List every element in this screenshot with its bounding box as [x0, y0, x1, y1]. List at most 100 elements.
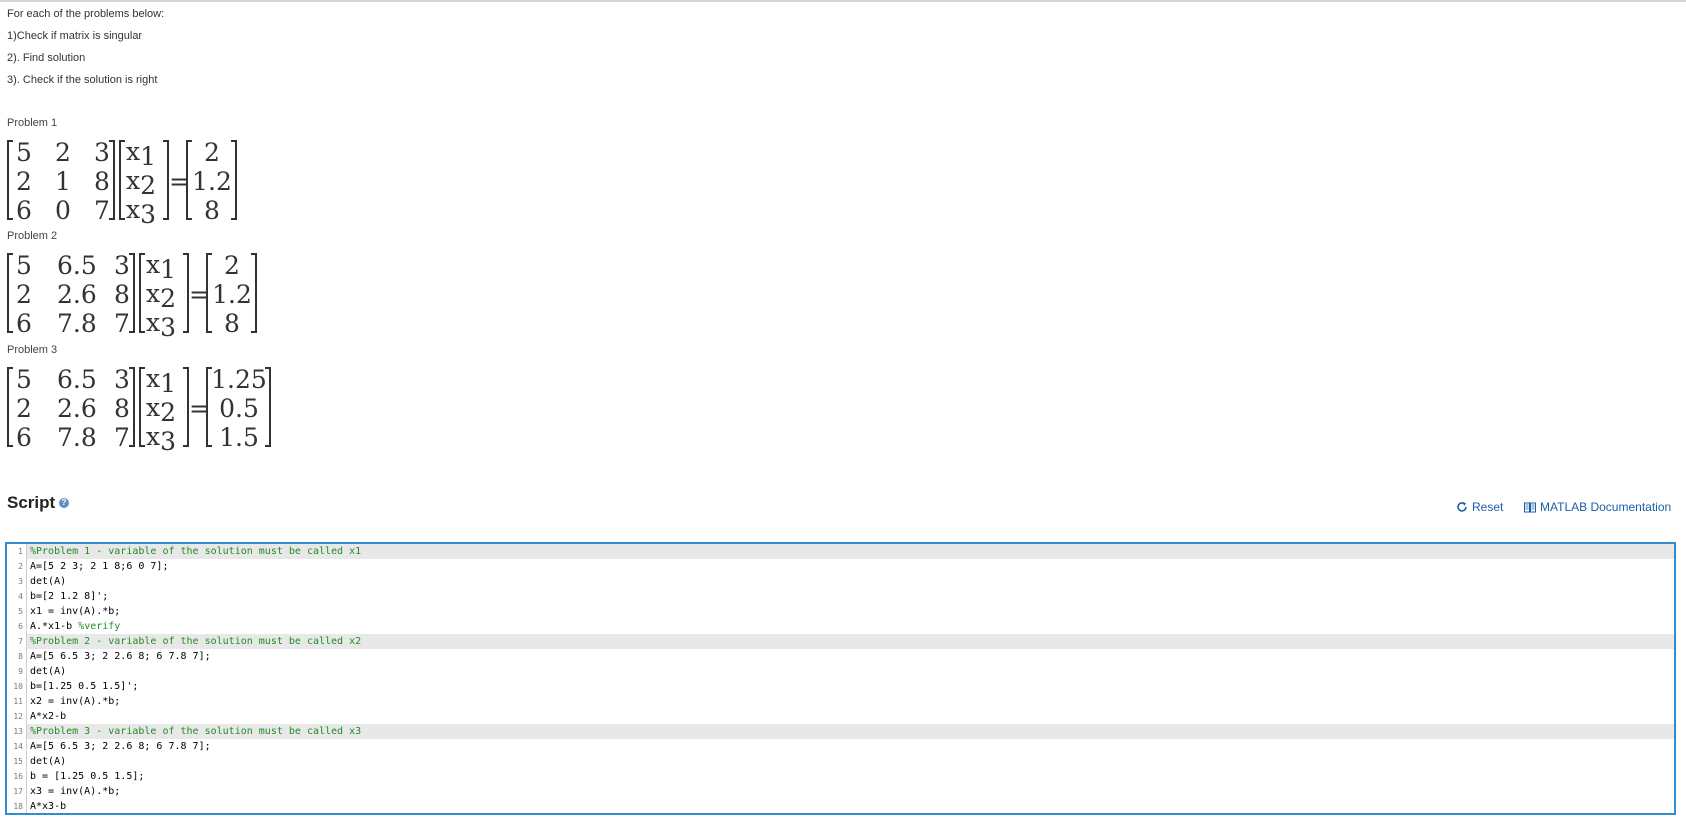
help-icon[interactable]: ? [59, 498, 69, 508]
line-number: 2 [7, 559, 27, 574]
line-number: 6 [7, 619, 27, 634]
matrix-cell: 5 [16, 251, 32, 280]
line-number: 4 [7, 589, 27, 604]
vector-bracket [183, 367, 189, 447]
code-comment: %Problem 2 - variable of the solution mu… [30, 636, 362, 647]
code-line[interactable]: 2 A=[5 2 3; 2 1 8;6 0 7]; [7, 559, 1674, 574]
code-comment: %verify [78, 621, 121, 632]
line-number: 8 [7, 649, 27, 664]
code-line[interactable]: 18 A*x3-b [7, 799, 1674, 813]
line-number: 16 [7, 769, 27, 784]
code-text: A*x3-b [27, 799, 67, 813]
unknown-var: x3 [126, 195, 156, 224]
matrix-cell: 6 [16, 309, 32, 337]
rhs-value: 2 [224, 251, 240, 280]
code-line[interactable]: 3 det(A) [7, 574, 1674, 589]
code-line[interactable]: 17 x3 = inv(A).*b; [7, 784, 1674, 799]
line-number: 11 [7, 694, 27, 709]
rhs-value: 2 [204, 138, 220, 167]
line-number: 13 [7, 724, 27, 739]
matrix-cell: 7 [114, 423, 130, 451]
code-statement: A*x3-b [30, 801, 67, 812]
matrix-cell: 7 [94, 196, 110, 224]
matrix-cell: 3 [114, 251, 130, 280]
code-line[interactable]: 9 det(A) [7, 664, 1674, 679]
matrix-cell: 1 [55, 167, 71, 196]
line-number: 17 [7, 784, 27, 799]
code-text: A=[5 2 3; 2 1 8;6 0 7]; [27, 559, 168, 574]
code-line[interactable]: 7 %Problem 2 - variable of the solution m… [7, 634, 1674, 649]
problem-1-equation: 5 2 3 2 1 8 6 0 7 x1 x2 x3 = 2 1.2 8 [7, 138, 237, 224]
code-line[interactable]: 1 %Problem 1 - variable of the solution m… [7, 544, 1674, 559]
code-line[interactable]: 8 A=[5 6.5 3; 2 2.6 8; 6 7.8 7]; [7, 649, 1674, 664]
matrix-cell: 6.5 [57, 365, 97, 394]
reset-button[interactable]: Reset [1456, 500, 1503, 514]
code-statement: A=[5 6.5 3; 2 2.6 8; 6 7.8 7]; [30, 651, 211, 662]
code-text: %Problem 2 - variable of the solution mu… [27, 634, 361, 649]
rhs-value: 8 [204, 196, 220, 224]
rhs-value: 1.2 [192, 167, 232, 196]
code-line[interactable]: 13 %Problem 3 - variable of the solution … [7, 724, 1674, 739]
code-text: %Problem 1 - variable of the solution mu… [27, 544, 361, 559]
code-text: det(A) [27, 664, 66, 679]
line-number: 12 [7, 709, 27, 724]
matrix-cell: 6 [16, 423, 32, 451]
code-statement: A.*x1-b [30, 621, 79, 632]
reset-label: Reset [1472, 500, 1504, 514]
code-statement: x3 = inv(A).*b; [30, 786, 121, 797]
code-comment: %Problem 1 - variable of the solution mu… [30, 546, 362, 557]
code-line[interactable]: 4 b=[2 1.2 8]'; [7, 589, 1674, 604]
code-text: det(A) [27, 754, 66, 769]
problem-3-label: Problem 3 [7, 344, 58, 356]
line-number: 18 [7, 799, 27, 813]
instruction-line: 3). Check if the solution is right [7, 74, 158, 86]
code-line[interactable]: 5 x1 = inv(A).*b; [7, 604, 1674, 619]
matrix-cell: 6 [16, 196, 32, 224]
rhs-value: 0.5 [219, 394, 259, 423]
matrix-cell: 8 [114, 280, 130, 309]
matrix-cell: 3 [114, 365, 130, 394]
rhs-value: 1.25 [211, 365, 267, 394]
top-divider [0, 0, 1686, 2]
code-statement: x1 = inv(A).*b; [30, 606, 121, 617]
code-line[interactable]: 10 b=[1.25 0.5 1.5]'; [7, 679, 1674, 694]
code-editor[interactable]: 1 %Problem 1 - variable of the solution m… [5, 542, 1676, 815]
line-number: 1 [7, 544, 27, 559]
vector-bracket [139, 253, 145, 333]
code-statement: b = [1.25 0.5 1.5]; [30, 771, 145, 782]
rhs-value: 1.5 [219, 423, 259, 451]
code-comment: %Problem 3 - variable of the solution mu… [30, 726, 362, 737]
matrix-cell: 2 [16, 280, 32, 309]
matlab-documentation-link[interactable]: MATLAB Documentation [1524, 500, 1671, 514]
code-statement: det(A) [30, 756, 67, 767]
script-title: Script [7, 493, 56, 512]
code-statement: b=[1.25 0.5 1.5]'; [30, 681, 139, 692]
matrix-cell: 5 [16, 365, 32, 394]
code-text: A=[5 6.5 3; 2 2.6 8; 6 7.8 7]; [27, 739, 211, 754]
code-statement: A*x2-b [30, 711, 67, 722]
matrix-cell: 7.8 [57, 309, 97, 337]
code-line[interactable]: 14 A=[5 6.5 3; 2 2.6 8; 6 7.8 7]; [7, 739, 1674, 754]
code-line[interactable]: 12 A*x2-b [7, 709, 1674, 724]
problem-2-equation: 5 6.5 3 2 2.6 8 6 7.8 7 x1 x2 x3 = 2 1.2… [7, 251, 257, 337]
refresh-icon [1457, 502, 1467, 512]
code-line[interactable]: 11 x2 = inv(A).*b; [7, 694, 1674, 709]
vector-bracket [163, 140, 169, 220]
code-line[interactable]: 6 A.*x1-b %verify [7, 619, 1674, 634]
code-statement: x2 = inv(A).*b; [30, 696, 121, 707]
matrix-cell: 8 [94, 167, 110, 196]
line-number: 3 [7, 574, 27, 589]
matrix-cell: 6.5 [57, 251, 97, 280]
matrix-cell: 3 [94, 138, 110, 167]
code-line[interactable]: 16 b = [1.25 0.5 1.5]; [7, 769, 1674, 784]
code-text: A.*x1-b %verify [27, 619, 120, 634]
code-statement: A=[5 2 3; 2 1 8;6 0 7]; [30, 561, 169, 572]
matrix-cell: 7 [114, 309, 130, 337]
code-text: %Problem 3 - variable of the solution mu… [27, 724, 361, 739]
book-icon [1524, 502, 1536, 512]
instruction-line: For each of the problems below: [7, 8, 165, 20]
line-number: 14 [7, 739, 27, 754]
code-text: det(A) [27, 574, 66, 589]
vector-bracket [183, 253, 189, 333]
code-line[interactable]: 15 det(A) [7, 754, 1674, 769]
